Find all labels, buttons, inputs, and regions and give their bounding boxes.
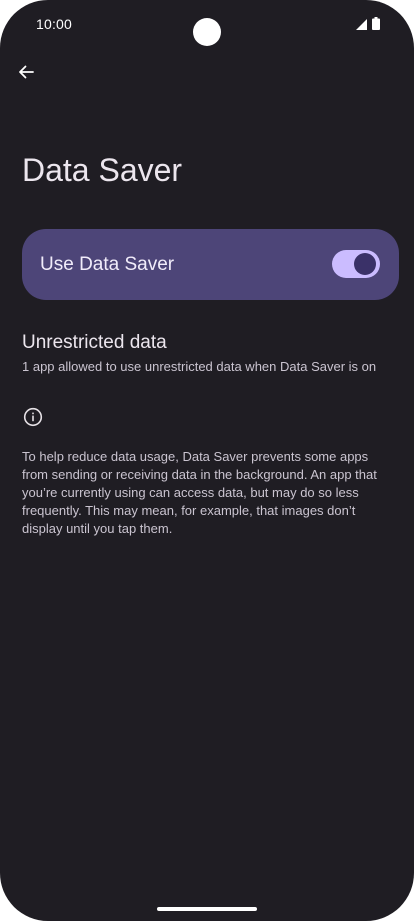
- battery-icon: [372, 17, 380, 35]
- home-indicator[interactable]: [157, 907, 257, 911]
- status-icons: [356, 17, 380, 35]
- use-data-saver-switch[interactable]: [332, 250, 380, 278]
- unrestricted-data-title[interactable]: Unrestricted data: [22, 332, 167, 354]
- status-bar: 10:00: [0, 0, 414, 48]
- status-time: 10:00: [36, 16, 73, 32]
- page-title: Data Saver: [22, 152, 183, 188]
- use-data-saver-label: Use Data Saver: [40, 253, 175, 275]
- data-saver-description: To help reduce data usage, Data Saver pr…: [22, 449, 377, 536]
- back-button[interactable]: [10, 58, 42, 90]
- camera-cutout: [193, 18, 221, 46]
- cell-signal-icon: [356, 17, 367, 35]
- use-data-saver-row[interactable]: Use Data Saver: [22, 229, 399, 300]
- switch-thumb: [354, 253, 376, 275]
- phone-screen: 10:00 Data Saver Use Data Saver Unrestri…: [0, 0, 414, 921]
- info-icon: [23, 407, 43, 427]
- arrow-back-icon: [17, 63, 35, 86]
- unrestricted-data-summary: 1 app allowed to use unrestricted data w…: [22, 359, 377, 374]
